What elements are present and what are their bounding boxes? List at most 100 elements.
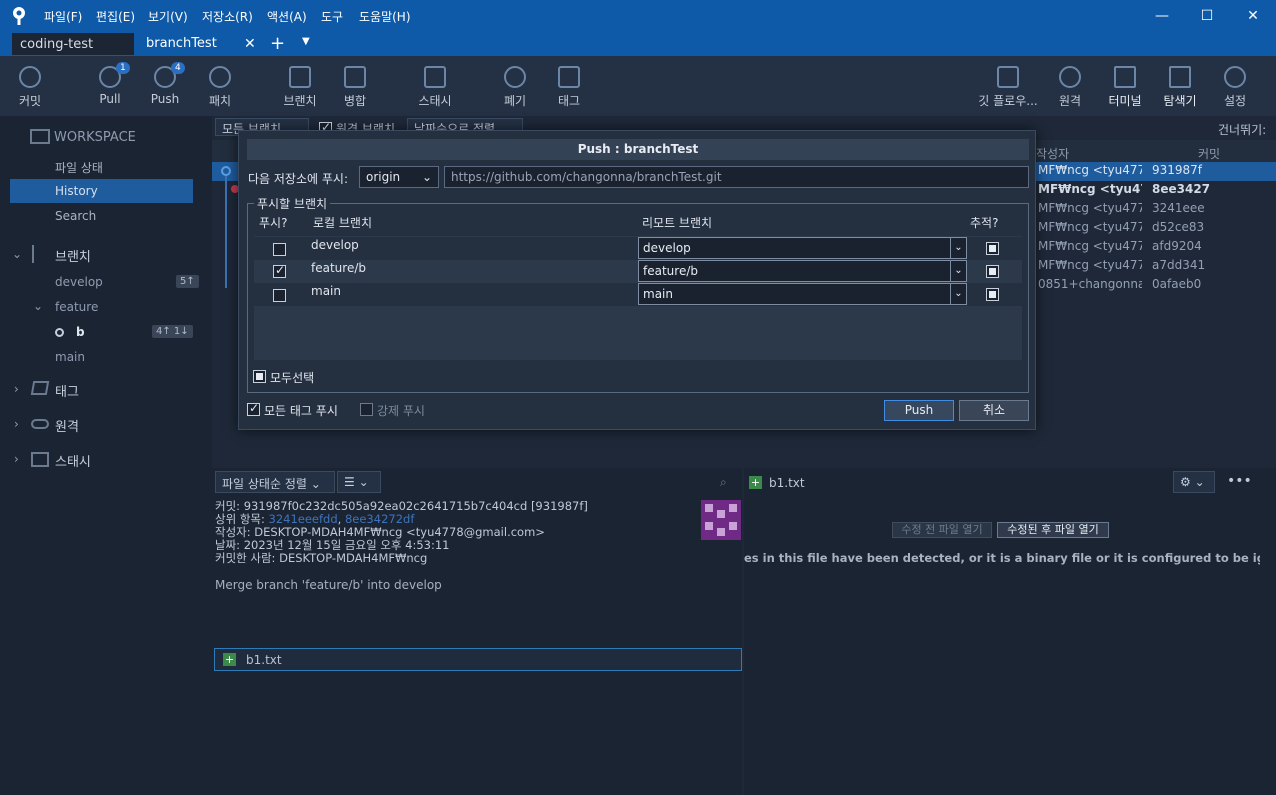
tags-header[interactable]: 태그 xyxy=(55,381,79,400)
tab-coding-test[interactable]: coding-test xyxy=(12,33,134,55)
menu-help[interactable]: 도움말(H) xyxy=(359,8,411,25)
history-row[interactable]: MF₩ncg <tyu4778 931987f xyxy=(1036,163,1276,182)
track-checkbox-feature-b[interactable] xyxy=(986,265,999,278)
commit-button[interactable]: 커밋 xyxy=(12,56,48,116)
remote-url-field[interactable]: https://github.com/changonna/branchTest.… xyxy=(444,166,1029,188)
track-checkbox-main[interactable] xyxy=(986,288,999,301)
menu-edit[interactable]: 편집(E) xyxy=(96,8,135,25)
cancel-button[interactable]: 취소 xyxy=(959,400,1029,421)
branches-chevron-icon[interactable]: ⌄ xyxy=(12,247,22,261)
remote-branch-select-main[interactable]: main ⌄ xyxy=(638,283,967,305)
branch-main[interactable]: main xyxy=(55,350,85,364)
push-checkbox-develop[interactable] xyxy=(273,243,286,256)
dialog-title: Push : branchTest xyxy=(247,139,1029,160)
local-branch-feature-b: feature/b xyxy=(311,261,366,275)
tags-chevron-icon[interactable]: › xyxy=(14,382,19,396)
maximize-icon[interactable]: ☐ xyxy=(1197,6,1217,26)
committer-line: 커밋한 사람: DESKTOP-MDAH4MF₩ncg xyxy=(215,551,428,565)
open-before-button[interactable]: 수정 전 파일 열기 xyxy=(892,522,992,538)
menu-file[interactable]: 파일(F) xyxy=(44,8,82,25)
folder-icon xyxy=(1169,66,1191,88)
pull-button[interactable]: Pull 1 xyxy=(92,56,130,116)
col-track: 추적? xyxy=(970,216,999,230)
diff-notice: es in this file have been detected, or i… xyxy=(744,551,1260,565)
stash-button[interactable]: 스태시 xyxy=(414,56,456,116)
search-icon[interactable]: ⌕ xyxy=(720,475,727,490)
close-tab-icon[interactable]: ✕ xyxy=(244,36,256,52)
git-flow-button[interactable]: 깃 플로우... xyxy=(975,56,1041,116)
remote-branch-select-develop[interactable]: develop ⌄ xyxy=(638,237,967,259)
globe-icon xyxy=(1059,66,1081,88)
monitor-icon xyxy=(30,129,50,144)
nav-file-status[interactable]: 파일 상태 xyxy=(55,159,103,176)
more-icon[interactable]: ••• xyxy=(1227,473,1252,489)
menu-tools[interactable]: 도구 xyxy=(321,8,343,25)
history-row[interactable]: MF₩ncg <tyu47788ee3427 xyxy=(1036,182,1276,201)
feature-chevron-icon[interactable]: ⌄ xyxy=(33,299,43,313)
view-mode-dropdown[interactable]: ☰ ⌄ xyxy=(337,471,381,493)
chevron-down-icon: ⌄ xyxy=(950,284,966,304)
nav-search[interactable]: Search xyxy=(55,209,96,223)
fetch-button[interactable]: 패치 xyxy=(202,56,238,116)
open-after-button[interactable]: 수정된 후 파일 열기 xyxy=(997,522,1109,538)
diff-settings-dropdown[interactable]: ⚙ ⌄ xyxy=(1173,471,1215,493)
add-tab-icon[interactable]: + xyxy=(270,33,285,54)
select-all-checkbox[interactable] xyxy=(253,370,266,383)
force-push-label: 강제 푸시 xyxy=(377,404,425,418)
merge-icon xyxy=(344,66,366,88)
push-checkbox-feature-b[interactable] xyxy=(273,263,286,278)
branch-develop-count: 5↑ xyxy=(176,275,199,288)
settings-button[interactable]: 설정 xyxy=(1220,56,1250,116)
menu-actions[interactable]: 액션(A) xyxy=(267,8,307,25)
branches-header[interactable]: 브랜치 xyxy=(55,246,91,265)
remotes-chevron-icon[interactable]: › xyxy=(14,417,19,431)
parent-link[interactable]: 3241eeefdd xyxy=(269,512,338,526)
file-sort-dropdown[interactable]: 파일 상태순 정렬 ⌄ xyxy=(215,471,335,493)
branch-button[interactable]: 브랜치 xyxy=(280,56,320,116)
history-row[interactable]: MF₩ncg <tyu4778 d52ce83 xyxy=(1036,220,1276,239)
push-button[interactable]: Push xyxy=(884,400,954,421)
remote-branch-select-feature-b[interactable]: feature/b ⌄ xyxy=(638,260,967,282)
remotes-header[interactable]: 원격 xyxy=(55,416,79,435)
nav-history[interactable]: History xyxy=(10,179,193,203)
terminal-button[interactable]: 터미널 xyxy=(1105,56,1145,116)
close-window-icon[interactable]: ✕ xyxy=(1243,6,1263,26)
pull-badge: 1 xyxy=(116,62,130,74)
discard-button[interactable]: 폐기 xyxy=(500,56,530,116)
stash-chevron-icon[interactable]: › xyxy=(14,452,19,466)
sourcetree-logo-icon xyxy=(13,7,25,25)
menu-repository[interactable]: 저장소(R) xyxy=(202,8,253,25)
track-checkbox-develop[interactable] xyxy=(986,242,999,255)
push-toolbar-button[interactable]: Push 4 xyxy=(147,56,185,116)
history-row[interactable]: MF₩ncg <tyu4778 3241eee xyxy=(1036,201,1276,220)
tag-button[interactable]: 태그 xyxy=(554,56,584,116)
chevron-down-icon: ⌄ xyxy=(421,170,432,184)
tab-dropdown-icon[interactable]: ▼ xyxy=(302,36,310,47)
history-row[interactable]: MF₩ncg <tyu4778 afd9204 xyxy=(1036,239,1276,258)
parent-link[interactable]: 8ee34272df xyxy=(345,512,414,526)
tag-section-icon xyxy=(30,381,50,395)
branch-folder-feature[interactable]: feature xyxy=(55,300,98,314)
force-push-checkbox[interactable] xyxy=(360,403,373,416)
minimize-icon[interactable]: — xyxy=(1152,6,1172,26)
col-push: 푸시? xyxy=(259,216,288,230)
branches-group-label: 푸시할 브랜치 xyxy=(254,195,331,212)
push-all-tags-checkbox[interactable] xyxy=(247,401,260,416)
changed-file-row[interactable]: + b1.txt xyxy=(214,648,742,671)
branch-b-count: 4↑ 1↓ xyxy=(152,325,193,338)
local-branch-main: main xyxy=(311,284,341,298)
branch-develop[interactable]: develop xyxy=(55,275,103,289)
menu-view[interactable]: 보기(V) xyxy=(148,8,188,25)
merge-button[interactable]: 병합 xyxy=(338,56,372,116)
history-row[interactable]: 0851+changonna@0afaeb0 xyxy=(1036,277,1276,296)
remote-button[interactable]: 원격 xyxy=(1055,56,1085,116)
branch-b[interactable]: b xyxy=(76,325,85,339)
stash-header[interactable]: 스태시 xyxy=(55,451,91,470)
push-all-tags-label: 모든 태그 푸시 xyxy=(264,404,338,418)
history-row[interactable]: MF₩ncg <tyu4778 a7dd341 xyxy=(1036,258,1276,277)
explorer-button[interactable]: 탐색기 xyxy=(1160,56,1200,116)
file-added-icon: + xyxy=(749,476,762,489)
file-added-icon: + xyxy=(223,653,236,666)
remote-select[interactable]: origin ⌄ xyxy=(359,166,439,188)
push-checkbox-main[interactable] xyxy=(273,289,286,302)
